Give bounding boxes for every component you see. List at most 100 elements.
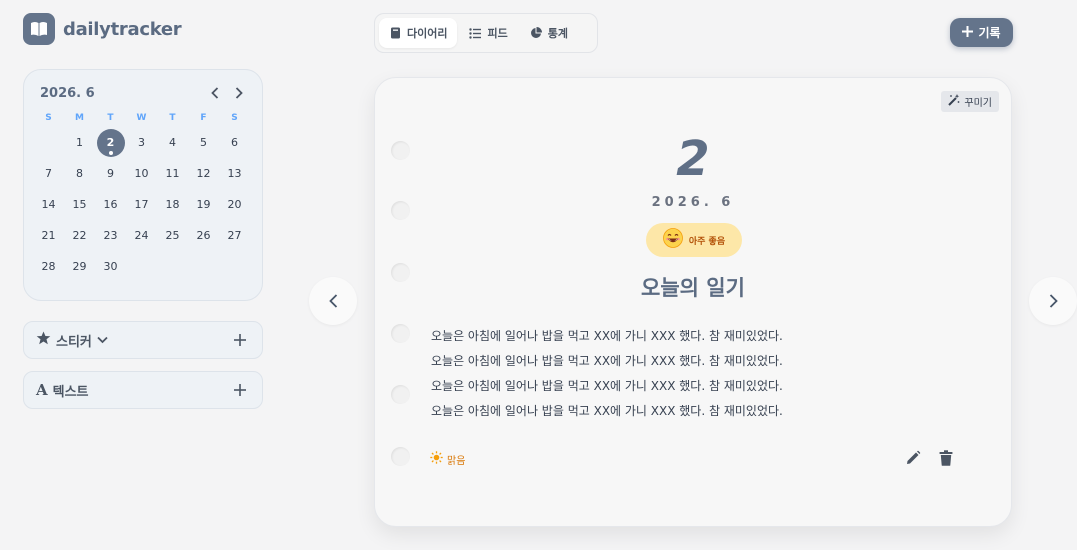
edit-button[interactable]	[905, 450, 921, 470]
diary-month-label: 2026. 6	[651, 195, 735, 210]
sun-icon	[430, 451, 443, 467]
calendar-day[interactable]: 17	[128, 191, 156, 219]
add-sticker-button[interactable]	[232, 332, 248, 348]
tab-stats[interactable]: 통계	[520, 18, 578, 48]
calendar-day[interactable]: 27	[221, 222, 249, 250]
diary-body-line: 오늘은 아침에 일어나 밥을 먹고 XX에 가니 XXX 했다. 참 재미있었다…	[431, 404, 783, 418]
book-icon	[389, 27, 401, 39]
pencil-icon	[907, 450, 921, 464]
next-day-button[interactable]	[1029, 277, 1077, 325]
mood-badge[interactable]: 아주 좋음	[646, 223, 742, 257]
calendar-day[interactable]: 19	[190, 191, 218, 219]
weekday-label: S	[231, 113, 238, 123]
weekday-label: M	[75, 113, 84, 123]
diary-body-line: 오늘은 아침에 일어나 밥을 먹고 XX에 가니 XXX 했다. 참 재미있었다…	[431, 354, 783, 368]
weather-tag: 맑음	[430, 451, 465, 467]
list-icon	[469, 27, 482, 39]
calendar-week: 1 2 3 4 5 6	[33, 129, 239, 160]
calendar-week: 28 29 30	[33, 253, 239, 284]
diary-body-line: 오늘은 아침에 일어나 밥을 먹고 XX에 가니 XXX 했다. 참 재미있었다…	[431, 379, 783, 393]
binder-hole	[391, 447, 410, 466]
next-month-button[interactable]	[232, 86, 246, 100]
plus-icon	[234, 384, 246, 396]
calendar-day[interactable]: 30	[97, 253, 125, 281]
calendar-day[interactable]: 29	[66, 253, 94, 281]
calendar-day[interactable]: 7	[35, 160, 63, 188]
tab-diary-label: 다이어리	[407, 27, 448, 40]
chevron-left-icon	[328, 294, 337, 308]
diary-body: 오늘은 아침에 일어나 밥을 먹고 XX에 가니 XXX 했다. 참 재미있었다…	[431, 324, 783, 424]
trash-icon	[939, 450, 953, 466]
tab-feed[interactable]: 피드	[459, 18, 517, 48]
calendar-day[interactable]: 15	[66, 191, 94, 219]
calendar-day[interactable]: 20	[221, 191, 249, 219]
star-icon	[36, 331, 51, 349]
record-button-label: 기록	[978, 26, 1001, 40]
calendar-day[interactable]: 5	[190, 129, 218, 157]
chevron-right-icon	[1049, 294, 1058, 308]
tab-diary[interactable]: 다이어리	[379, 18, 458, 48]
text-panel[interactable]: A 텍스트	[23, 371, 263, 409]
calendar-day[interactable]: 13	[221, 160, 249, 188]
binder-hole	[391, 324, 410, 343]
text-panel-label: 텍스트	[52, 384, 89, 400]
weekday-label: T	[107, 113, 114, 123]
weekday-label: T	[169, 113, 176, 123]
font-icon: A	[36, 381, 48, 399]
calendar-day[interactable]: 28	[35, 253, 63, 281]
calendar: 2026. 6 S M T W T F S 1 2 3 4 5 6 7 8 9 …	[23, 69, 263, 301]
grinning-face-icon	[662, 228, 683, 252]
prev-day-button[interactable]	[309, 277, 357, 325]
delete-button[interactable]	[939, 450, 953, 470]
calendar-week: 14 15 16 17 18 19 20	[33, 191, 242, 222]
decorate-button[interactable]: 꾸미기	[941, 91, 999, 112]
calendar-day[interactable]: 26	[190, 222, 218, 250]
calendar-day[interactable]: 11	[159, 160, 187, 188]
decorate-button-label: 꾸미기	[964, 98, 992, 109]
pie-chart-icon	[530, 27, 542, 39]
calendar-day[interactable]: 25	[159, 222, 187, 250]
mood-label: 아주 좋음	[688, 236, 726, 247]
record-button[interactable]: 기록	[950, 18, 1013, 47]
calendar-weekdays: S M T W T F S	[33, 113, 239, 129]
calendar-day	[159, 253, 187, 281]
prev-month-button[interactable]	[208, 86, 222, 100]
calendar-day[interactable]: 1	[66, 129, 94, 157]
calendar-day[interactable]: 23	[97, 222, 125, 250]
calendar-day[interactable]: 12	[190, 160, 218, 188]
calendar-day[interactable]: 14	[35, 191, 63, 219]
calendar-day[interactable]: 4	[159, 129, 187, 157]
calendar-day[interactable]: 9	[97, 160, 125, 188]
calendar-week: 7 8 9 10 11 12 13	[33, 160, 242, 191]
weekday-label: S	[45, 113, 52, 123]
calendar-day	[128, 253, 156, 281]
calendar-day[interactable]: 22	[66, 222, 94, 250]
add-text-button[interactable]	[232, 382, 248, 398]
app-name: dailytracker	[63, 18, 182, 40]
calendar-day[interactable]: 18	[159, 191, 187, 219]
app-logo[interactable]: dailytracker	[23, 13, 182, 45]
chevron-left-icon	[211, 87, 219, 99]
calendar-day	[35, 129, 63, 157]
sticker-panel[interactable]: 스티커	[23, 321, 263, 359]
calendar-day[interactable]: 24	[128, 222, 156, 250]
calendar-day[interactable]: 3	[128, 129, 156, 157]
diary-day-number: 2	[676, 131, 710, 187]
calendar-day[interactable]: 21	[35, 222, 63, 250]
view-tabs: 다이어리 피드 통계	[374, 13, 598, 53]
calendar-day[interactable]: 16	[97, 191, 125, 219]
binder-hole	[391, 385, 410, 404]
calendar-day[interactable]: 6	[221, 129, 249, 157]
chevron-down-icon[interactable]	[97, 333, 108, 348]
calendar-day[interactable]: 10	[128, 160, 156, 188]
book-open-icon	[23, 13, 55, 45]
calendar-day-selected[interactable]: 2	[96, 129, 125, 157]
weekday-label: W	[136, 113, 147, 123]
weekday-label: F	[200, 113, 207, 123]
calendar-day[interactable]: 8	[66, 160, 94, 188]
calendar-day	[190, 253, 218, 281]
plus-icon	[234, 334, 246, 346]
calendar-grid: 1 2 3 4 5 6 7 8 9 10 11 12 13 14 15 16 1…	[40, 129, 246, 284]
calendar-month-label: 2026. 6	[40, 85, 95, 101]
calendar-week: 21 22 23 24 25 26 27	[33, 222, 242, 253]
